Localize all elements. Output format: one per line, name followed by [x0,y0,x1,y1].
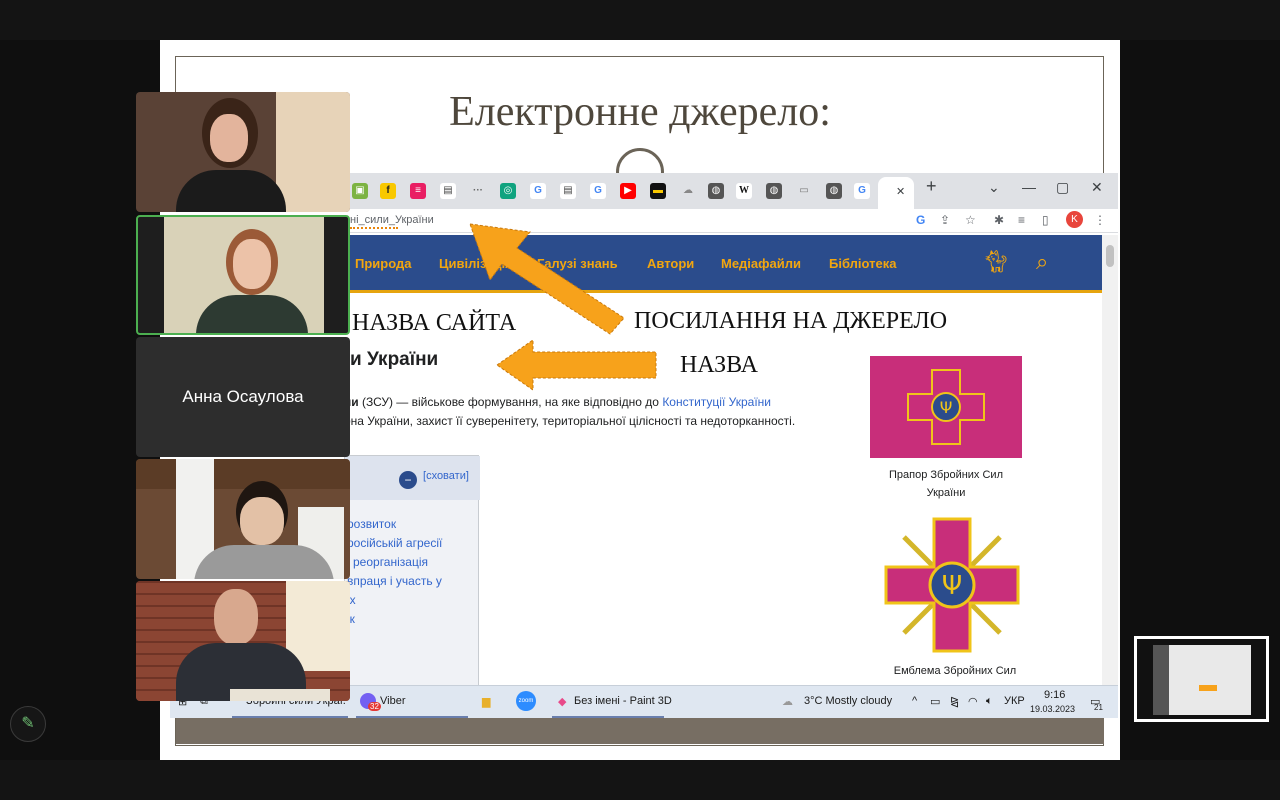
face [214,589,258,645]
curtain [276,92,350,212]
thumbnail-participants [1153,645,1169,715]
face [233,239,271,289]
annotate-pencil-button[interactable]: ✎ [10,706,46,742]
annotation-name: НАЗВА [680,352,758,378]
participant-video-1[interactable] [136,92,350,212]
face [210,114,248,162]
participant-video-4[interactable] [136,581,350,701]
torso [176,170,286,212]
thumbnail-slide-preview [1153,645,1251,715]
annotation-site-name: НАЗВА САЙТА [352,310,517,336]
book [230,689,330,701]
meeting-bottom-bar [0,760,1280,800]
face [240,497,284,545]
annotation-source-link: ПОСИЛАННЯ НА ДЖЕРЕЛО [634,308,948,334]
thumbnail-arrow [1199,685,1217,691]
participant-tile-named[interactable]: Анна Осаулова [136,337,350,457]
torso [194,545,334,579]
self-view-thumbnail[interactable] [1134,636,1269,722]
arrow-to-title [496,339,657,391]
participant-name: Анна Осаулова [182,387,304,406]
participant-video-2[interactable] [136,215,350,335]
ceiling [136,459,350,489]
participant-video-3[interactable] [136,459,350,579]
